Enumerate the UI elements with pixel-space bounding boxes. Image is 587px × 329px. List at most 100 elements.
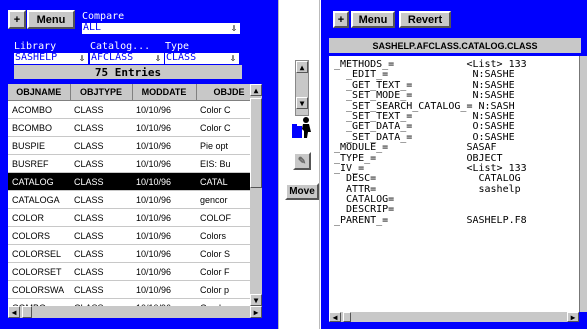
table-cell: COLORSWA — [8, 280, 70, 299]
table-row[interactable]: BUSPIE CLASS 10/10/96 Pie opt — [8, 136, 262, 155]
column-header-objname[interactable]: OBJNAME — [8, 84, 71, 101]
column-header-objtype[interactable]: OBJTYPE — [70, 84, 133, 101]
table-row[interactable]: ACOMBO CLASS 10/10/96 Color C — [8, 100, 262, 119]
table-row[interactable]: COLORSET CLASS 10/10/96 Color F — [8, 262, 262, 281]
right-menu-button[interactable]: Menu — [351, 11, 395, 28]
table-cell: CLASS — [70, 208, 132, 227]
catalog-field[interactable]: AFCLASS — [90, 53, 152, 64]
table-cell: 10/10/96 — [132, 154, 196, 173]
table-cell: 10/10/96 — [132, 226, 196, 245]
entries-count: 75 Entries — [14, 65, 242, 79]
edit-tool-button[interactable]: ✎ — [293, 152, 311, 170]
table-cell: BUSPIE — [8, 136, 70, 155]
mini-scroll-up-icon[interactable]: ▲ — [296, 61, 308, 73]
table-cell: 10/10/96 — [132, 262, 196, 281]
library-field[interactable]: SASHELP — [14, 53, 76, 64]
table-cell: CLASS — [70, 226, 132, 245]
object-properties-view[interactable]: _METHODS_= <List> 133 _EDIT_= N:SASHE _G… — [329, 56, 579, 312]
compare-label: Compare — [82, 11, 125, 22]
left-menu-plus-button[interactable]: + — [8, 10, 26, 29]
table-row[interactable]: CATALOG CLASS 10/10/96 CATAL — [8, 172, 262, 191]
table-vertical-scrollbar[interactable]: ▲ ▼ — [250, 84, 262, 306]
scroll-left-icon[interactable]: ◀ — [8, 306, 20, 318]
scroll-hthumb[interactable] — [22, 306, 32, 318]
revert-label: Revert — [407, 13, 443, 26]
props-scroll-left-icon[interactable]: ◀ — [329, 312, 341, 322]
object-title-text: SASHELP.AFCLASS.CATALOG.CLASS — [372, 40, 538, 51]
scroll-right-icon[interactable]: ▶ — [250, 306, 262, 318]
table-cell: CLASS — [70, 100, 132, 119]
table-cell: 10/10/96 — [132, 136, 196, 155]
table-row[interactable]: BUSREF CLASS 10/10/96 EIS: Bu — [8, 154, 262, 173]
table-row[interactable]: BCOMBO CLASS 10/10/96 Color C — [8, 118, 262, 137]
table-cell: CLASS — [70, 190, 132, 209]
table-cell: 10/10/96 — [132, 172, 196, 191]
table-cell: CLASS — [70, 172, 132, 191]
compare-dropdown-icon[interactable]: ⇩ — [228, 23, 240, 34]
table-cell: CATALOGA — [8, 190, 70, 209]
column-header-moddate[interactable]: MODDATE — [132, 84, 197, 101]
catalog-label: Catalog... — [90, 41, 151, 52]
table-cell: 10/10/96 — [132, 244, 196, 263]
table-row[interactable]: CATALOGA CLASS 10/10/96 gencor — [8, 190, 262, 209]
person-move-icon[interactable] — [291, 116, 313, 140]
table-cell: 10/10/96 — [132, 118, 196, 137]
table-cell: CLASS — [70, 154, 132, 173]
property-line: _MODULE_= SASAF — [334, 142, 497, 154]
table-cell: COLORS — [8, 226, 70, 245]
table-cell: COLOR — [8, 208, 70, 227]
type-field[interactable]: CLASS — [165, 53, 227, 64]
move-button[interactable]: Move — [285, 183, 319, 200]
table-row[interactable]: COLOR CLASS 10/10/96 COLOF — [8, 208, 262, 227]
left-menu-button[interactable]: Menu — [27, 10, 75, 29]
table-cell: BCOMBO — [8, 118, 70, 137]
table-cell: ACOMBO — [8, 100, 70, 119]
middle-strip: ▲ ▼ ✎ Move — [278, 0, 320, 329]
table-horizontal-scrollbar[interactable]: ◀ ▶ — [8, 306, 262, 318]
table-cell: CATALOG — [8, 172, 70, 191]
revert-button[interactable]: Revert — [399, 11, 451, 28]
props-horizontal-scrollbar[interactable]: ◀ ▶ — [329, 312, 579, 322]
table-cell: 10/10/96 — [132, 100, 196, 119]
plus-icon: + — [337, 13, 345, 26]
table-cell: COMBO — [8, 298, 70, 306]
type-label: Type — [165, 41, 190, 52]
property-line: _SET_MODE_= N:SASHE — [334, 90, 515, 102]
right-panel: + Menu Revert SASHELP.AFCLASS.CATALOG.CL… — [321, 0, 587, 329]
right-menu-label: Menu — [358, 13, 388, 26]
mini-scroll-down-icon[interactable]: ▼ — [296, 97, 308, 109]
pencil-icon: ✎ — [297, 155, 307, 167]
props-vertical-scrollbar[interactable] — [579, 56, 587, 312]
left-panel: + Menu Compare ALL ⇩ Library Catalog... … — [0, 0, 278, 329]
scroll-down-icon[interactable]: ▼ — [250, 294, 262, 306]
table-cell: CLASS — [70, 136, 132, 155]
table-cell: COLORSEL — [8, 244, 70, 263]
table-cell: 10/10/96 — [132, 298, 196, 306]
library-dropdown-icon[interactable]: ⇩ — [76, 53, 88, 64]
catalog-dropdown-icon[interactable]: ⇩ — [152, 53, 164, 64]
table-row[interactable]: COLORSWA CLASS 10/10/96 Color p — [8, 280, 262, 299]
scroll-thumb[interactable] — [250, 98, 262, 188]
object-title: SASHELP.AFCLASS.CATALOG.CLASS — [329, 38, 581, 53]
table-row[interactable]: COLORS CLASS 10/10/96 Colors — [8, 226, 262, 245]
property-line: _PARENT_= SASHELP.F8 — [334, 214, 527, 226]
type-dropdown-icon[interactable]: ⇩ — [227, 53, 239, 64]
table-cell: 10/10/96 — [132, 208, 196, 227]
move-label: Move — [289, 186, 315, 197]
entries-count-text: 75 Entries — [94, 65, 162, 79]
table-cell: CLASS — [70, 118, 132, 137]
props-hthumb[interactable] — [343, 312, 351, 322]
compare-field[interactable]: ALL — [82, 23, 228, 34]
table-row[interactable]: COMBOCLASS10/10/96Combo — [8, 298, 262, 306]
table-cell: CLASS — [70, 244, 132, 263]
table-cell: CLASS — [70, 280, 132, 299]
props-scroll-right-icon[interactable]: ▶ — [567, 312, 579, 322]
scroll-up-icon[interactable]: ▲ — [250, 84, 262, 96]
table-cell: 10/10/96 — [132, 190, 196, 209]
mini-scrollbar[interactable]: ▲ ▼ — [295, 60, 309, 116]
table-row[interactable]: COLORSEL CLASS 10/10/96 Color S — [8, 244, 262, 263]
right-menu-plus-button[interactable]: + — [333, 11, 349, 28]
objects-table[interactable]: OBJNAME OBJTYPE MODDATE OBJDE ACOMBO CLASS 10… — [8, 84, 262, 306]
table-cell: CLASS — [70, 262, 132, 281]
left-menu-label: Menu — [36, 13, 66, 26]
